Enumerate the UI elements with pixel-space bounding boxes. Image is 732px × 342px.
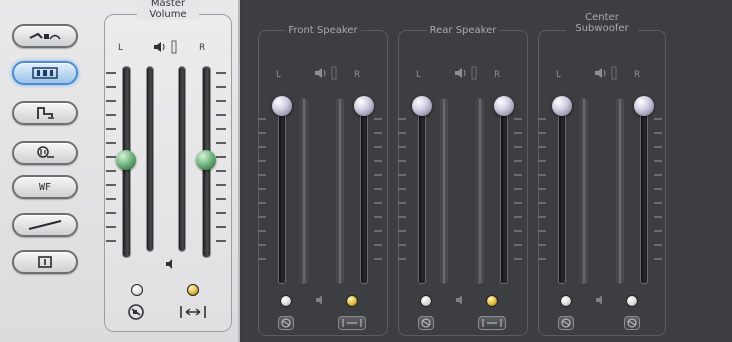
front-left-mute-led[interactable]	[280, 295, 292, 307]
master-left-knob[interactable]	[116, 150, 136, 170]
speaker-small-icon	[166, 259, 172, 269]
master-left-scale	[106, 72, 116, 252]
link-icon	[482, 319, 502, 327]
center-right-scale	[654, 118, 662, 278]
center-right-track[interactable]	[640, 98, 648, 284]
mode-button-io[interactable]	[12, 61, 78, 85]
stop-icon	[38, 256, 52, 268]
rear-left-knob[interactable]	[412, 96, 432, 116]
rear-speaker-icon	[455, 68, 466, 78]
mute-icon[interactable]	[126, 302, 146, 322]
master-link-led[interactable]	[187, 284, 199, 296]
front-left-knob[interactable]	[272, 96, 292, 116]
master-left-label: L	[118, 43, 124, 53]
center-balance-icon	[611, 66, 617, 80]
front-speaker-icon	[315, 68, 326, 78]
mode-button-wf-label: WF	[38, 181, 52, 193]
center-left-meter	[580, 98, 588, 284]
mode-button-analog[interactable]	[12, 24, 78, 48]
rear-link-button[interactable]	[478, 316, 506, 330]
speaker-icon	[154, 42, 165, 52]
master-right-meter	[178, 66, 186, 252]
center-left-mute-led[interactable]	[560, 295, 572, 307]
mode-button-effects[interactable]	[12, 101, 78, 125]
front-mute-button[interactable]	[278, 316, 294, 330]
rear-left-scale	[398, 118, 406, 278]
rear-left-meter	[440, 98, 448, 284]
effects-icon	[37, 107, 54, 119]
rear-link-led[interactable]	[486, 295, 498, 307]
subwoofer-mute-button[interactable]	[624, 316, 640, 330]
master-panel: WF Master Volume L R	[0, 0, 240, 342]
master-right-label: R	[199, 43, 206, 53]
rear-speaker-small-icon	[456, 295, 462, 305]
front-right-knob[interactable]	[354, 96, 374, 116]
front-balance-icon	[331, 66, 337, 80]
center-subwoofer-title: Center Subwoofer	[538, 12, 666, 34]
center-mute-button[interactable]	[558, 316, 574, 330]
front-left-track[interactable]	[278, 98, 286, 284]
mute-icon	[627, 318, 637, 328]
front-right-label: R	[354, 70, 361, 80]
front-right-meter	[336, 98, 344, 284]
center-left-knob[interactable]	[552, 96, 572, 116]
front-link-led[interactable]	[346, 295, 358, 307]
rear-left-label: L	[416, 70, 422, 80]
master-left-meter	[146, 66, 154, 252]
mode-button-line[interactable]	[12, 213, 78, 237]
rear-right-knob[interactable]	[494, 96, 514, 116]
center-right-label: R	[634, 70, 641, 80]
rear-right-label: R	[494, 70, 501, 80]
master-right-knob[interactable]	[196, 150, 216, 170]
io-icon	[32, 67, 58, 79]
center-left-label: L	[556, 70, 562, 80]
center-right-meter	[616, 98, 624, 284]
master-title-line1: Master	[137, 0, 199, 9]
rear-right-meter	[476, 98, 484, 284]
eq-icon	[37, 146, 54, 158]
master-mute-led[interactable]	[131, 284, 143, 296]
mode-button-stop[interactable]	[12, 250, 78, 274]
front-speaker-small-icon	[316, 295, 322, 305]
speaker-panel: Front Speaker L R Rear Speaker L R Cente…	[242, 0, 732, 342]
center-left-scale	[538, 118, 546, 278]
link-icon[interactable]	[178, 304, 208, 320]
rear-speaker-title: Rear Speaker	[398, 25, 528, 36]
front-right-track[interactable]	[360, 98, 368, 284]
front-link-button[interactable]	[338, 316, 366, 330]
center-right-knob[interactable]	[634, 96, 654, 116]
master-volume-title: Master Volume	[104, 0, 232, 20]
line-icon	[28, 220, 62, 230]
rear-left-track[interactable]	[418, 98, 426, 284]
center-right-mute-led[interactable]	[626, 295, 638, 307]
link-icon	[342, 319, 362, 327]
rear-left-mute-led[interactable]	[420, 295, 432, 307]
rear-right-scale	[514, 118, 522, 278]
rear-balance-icon	[471, 66, 477, 80]
rear-mute-button[interactable]	[418, 316, 434, 330]
mute-icon	[561, 318, 571, 328]
center-speaker-icon	[595, 68, 606, 78]
front-left-meter	[300, 98, 308, 284]
master-right-scale	[216, 72, 226, 252]
front-left-label: L	[276, 70, 282, 80]
center-left-track[interactable]	[558, 98, 566, 284]
front-right-scale	[374, 118, 382, 278]
mute-icon	[281, 318, 291, 328]
rear-right-track[interactable]	[500, 98, 508, 284]
mute-icon	[421, 318, 431, 328]
front-left-scale	[258, 118, 266, 278]
mode-button-wf[interactable]: WF	[12, 175, 78, 199]
center-speaker-small-icon	[596, 295, 602, 305]
mode-button-eq[interactable]	[12, 141, 78, 165]
balance-icon	[171, 40, 177, 54]
front-speaker-title: Front Speaker	[258, 25, 388, 36]
master-title-line2: Volume	[137, 9, 199, 20]
analog-out-icon	[29, 32, 61, 40]
